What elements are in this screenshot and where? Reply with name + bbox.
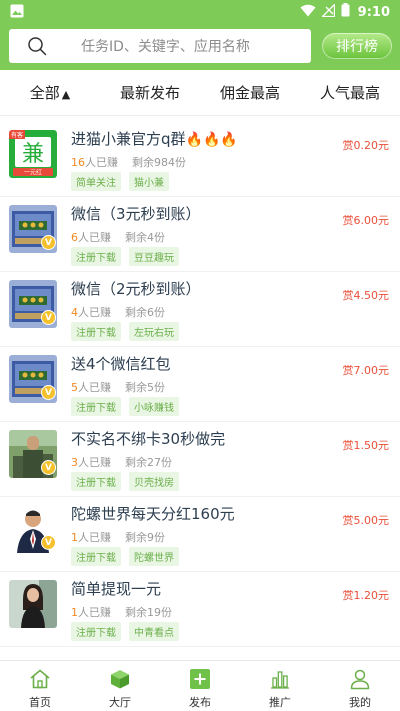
no-signal-icon (320, 2, 335, 21)
task-title: 送4个微信红包 (71, 355, 171, 373)
svg-text:有客: 有客 (11, 131, 23, 139)
task-item[interactable]: V 微信（3元秒到账） 6人已赚 剩余4份 注册下载 豆豆趣玩 赏6.00元 (0, 197, 400, 272)
task-stats: 6人已赚 剩余4份 (71, 231, 165, 244)
task-title: 微信（3元秒到账） (71, 205, 201, 223)
verified-badge-icon: V (41, 535, 56, 550)
wifi-icon (300, 4, 316, 21)
task-tag: 中青看点 (129, 622, 179, 641)
bar-chart-icon (269, 667, 291, 691)
verified-badge-icon: V (41, 310, 56, 325)
ranking-button[interactable]: 排行榜 (322, 33, 392, 59)
task-tag: 猫小兼 (129, 172, 169, 191)
task-tags: 注册下载 小咏赚钱 (71, 397, 179, 416)
task-tags: 简单关注 猫小兼 (71, 172, 169, 191)
task-thumbnail (9, 580, 57, 628)
task-tags: 注册下载 中青看点 (71, 622, 179, 641)
header: 任务ID、关键字、应用名称 排行榜 (0, 24, 400, 70)
filter-tab-all[interactable]: 全部 ▲ (0, 82, 100, 103)
task-item[interactable]: 简单提现一元 1人已赚 剩余19份 注册下载 中青看点 赏1.20元 (0, 572, 400, 647)
verified-badge-icon: V (41, 460, 56, 475)
nav-item-home[interactable]: 首页 (0, 661, 80, 711)
status-bar: 9:10 (0, 0, 400, 24)
task-stats: 16人已赚 剩余984份 (71, 156, 186, 169)
nav-item-promote[interactable]: 推广 (240, 661, 320, 711)
battery-icon (341, 3, 350, 21)
task-stats: 5人已赚 剩余5份 (71, 381, 165, 394)
task-tags: 注册下载 陀螺世界 (71, 547, 179, 566)
task-title: 简单提现一元 (71, 580, 162, 598)
task-tag: 简单关注 (71, 172, 121, 191)
task-tag: 注册下载 (71, 322, 121, 341)
user-icon (349, 667, 371, 691)
task-tag: 注册下载 (71, 397, 121, 416)
task-tags: 注册下载 贝壳找房 (71, 472, 179, 491)
task-tag: 陀螺世界 (129, 547, 179, 566)
task-stats: 3人已赚 剩余27份 (71, 456, 172, 469)
task-list: 有客 兼 一元红 进猫小兼官方q群🔥🔥🔥 16人已赚 剩余984份 简单关注 猫小兼… (0, 122, 400, 660)
task-stats: 4人已赚 剩余6份 (71, 306, 165, 319)
filter-tabs: 全部 ▲ 最新发布 佣金最高 人气最高 (0, 70, 400, 116)
task-item[interactable]: V 微信（2元秒到账） 4人已赚 剩余6份 注册下载 左玩右玩 赏4.50元 (0, 272, 400, 347)
task-tag: 注册下载 (71, 622, 121, 641)
task-item[interactable]: V 送4个微信红包 5人已赚 剩余5份 注册下载 小咏赚钱 赏7.00元 (0, 347, 400, 422)
verified-badge-icon: V (41, 385, 56, 400)
plus-square-icon (189, 667, 211, 691)
cube-icon (109, 667, 131, 691)
nav-label: 首页 (29, 696, 51, 709)
svg-text:兼: 兼 (22, 142, 44, 167)
task-thumbnail: 有客 兼 一元红 (9, 130, 57, 178)
home-icon (29, 667, 51, 691)
nav-label: 我的 (349, 696, 371, 709)
task-reward: 赏6.00元 (342, 214, 390, 227)
search-icon (17, 29, 57, 63)
task-title: 不实名不绑卡30秒做完 (71, 430, 226, 448)
task-reward: 赏4.50元 (342, 289, 390, 302)
bottom-nav: 首页 大厅 发布 推广 我的 (0, 660, 400, 711)
task-tags: 注册下载 豆豆趣玩 (71, 247, 179, 266)
task-reward: 赏1.50元 (342, 439, 390, 452)
nav-label: 发布 (189, 696, 211, 709)
fire-icon: 🔥🔥🔥 (185, 132, 238, 148)
nav-label: 推广 (269, 696, 291, 709)
filter-tab-newest[interactable]: 最新发布 (100, 82, 200, 103)
task-tag: 左玩右玩 (129, 322, 179, 341)
status-time: 9:10 (357, 4, 390, 20)
search-input[interactable]: 任务ID、关键字、应用名称 (9, 29, 311, 63)
task-reward: 赏1.20元 (342, 589, 390, 602)
task-title: 微信（2元秒到账） (71, 280, 201, 298)
filter-tab-most-popular[interactable]: 人气最高 (300, 82, 400, 103)
task-tag: 贝壳找房 (129, 472, 179, 491)
task-reward: 赏7.00元 (342, 364, 390, 377)
nav-item-hall[interactable]: 大厅 (80, 661, 160, 711)
task-tags: 注册下载 左玩右玩 (71, 322, 179, 341)
task-reward: 赏0.20元 (342, 139, 390, 152)
search-placeholder: 任务ID、关键字、应用名称 (81, 39, 250, 55)
nav-item-publish[interactable]: 发布 (160, 661, 240, 711)
task-tag: 注册下载 (71, 547, 121, 566)
task-item[interactable]: 有客 兼 一元红 进猫小兼官方q群🔥🔥🔥 16人已赚 剩余984份 简单关注 猫小兼… (0, 122, 400, 197)
task-tag: 注册下载 (71, 472, 121, 491)
task-tag: 注册下载 (71, 247, 121, 266)
nav-label: 大厅 (109, 696, 131, 709)
task-title: 进猫小兼官方q群🔥🔥🔥 (71, 130, 238, 148)
task-stats: 1人已赚 剩余19份 (71, 606, 172, 619)
task-item[interactable]: V 不实名不绑卡30秒做完 3人已赚 剩余27份 注册下载 贝壳找房 赏1.50元 (0, 422, 400, 497)
task-title: 陀螺世界每天分红160元 (71, 505, 235, 523)
task-reward: 赏5.00元 (342, 514, 390, 527)
verified-badge-icon: V (41, 235, 56, 250)
task-stats: 1人已赚 剩余9份 (71, 531, 165, 544)
filter-tab-label: 全部 (29, 84, 60, 102)
nav-item-mine[interactable]: 我的 (320, 661, 400, 711)
gallery-icon (10, 3, 24, 22)
filter-tab-highest-commission[interactable]: 佣金最高 (200, 82, 300, 103)
task-item[interactable]: V 陀螺世界每天分红160元 1人已赚 剩余9份 注册下载 陀螺世界 赏5.00元 (0, 497, 400, 572)
task-tag: 小咏赚钱 (129, 397, 179, 416)
sort-arrow-icon: ▲ (61, 88, 71, 101)
task-tag: 豆豆趣玩 (129, 247, 179, 266)
svg-text:一元红: 一元红 (24, 169, 42, 177)
